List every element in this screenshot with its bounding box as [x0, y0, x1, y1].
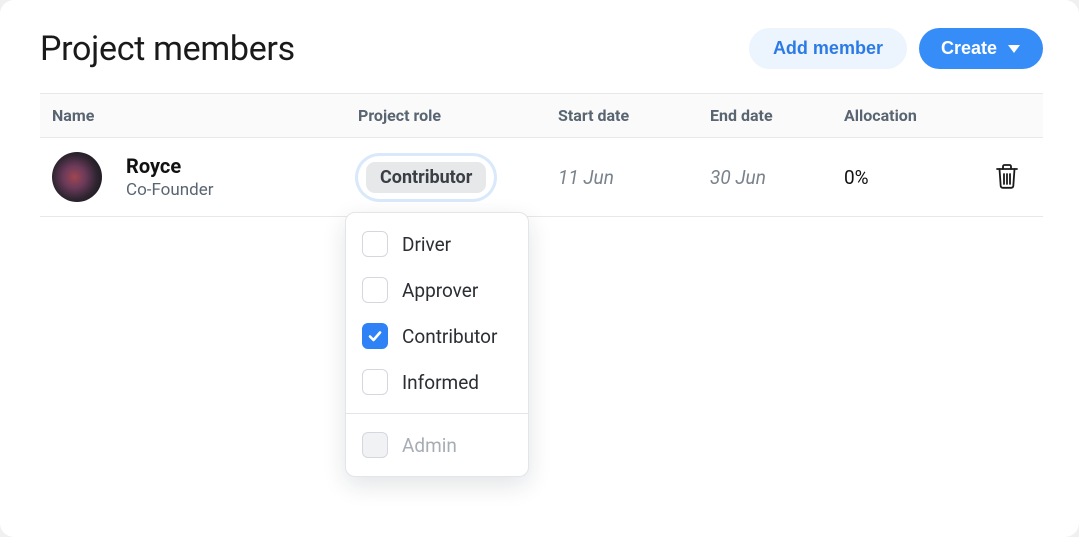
- role-option-contributor[interactable]: Contributor: [346, 313, 528, 359]
- members-table: Name Project role Start date End date Al…: [40, 93, 1043, 217]
- role-selector[interactable]: Contributor: [358, 156, 494, 199]
- checkbox-disabled-icon: [362, 432, 388, 458]
- start-date-cell[interactable]: 11 Jun: [558, 166, 710, 189]
- role-option-label: Approver: [402, 279, 478, 302]
- delete-button[interactable]: [990, 158, 1024, 197]
- member-name: Royce: [126, 154, 214, 178]
- member-title: Co-Founder: [126, 180, 214, 200]
- role-option-label: Admin: [402, 434, 457, 457]
- role-option-label: Driver: [402, 233, 451, 256]
- avatar: [52, 152, 102, 202]
- header-actions: Add member Create: [749, 28, 1043, 69]
- allocation-cell[interactable]: 0%: [844, 166, 974, 189]
- end-date-cell[interactable]: 30 Jun: [710, 166, 844, 189]
- caret-down-icon: [1007, 44, 1021, 54]
- checkbox-unchecked-icon: [362, 231, 388, 257]
- header: Project members Add member Create: [40, 28, 1043, 69]
- add-member-button[interactable]: Add member: [749, 28, 907, 69]
- role-option-label: Contributor: [402, 325, 497, 348]
- column-header-end: End date: [710, 106, 844, 125]
- checkbox-unchecked-icon: [362, 277, 388, 303]
- table-row: Royce Co-Founder Contributor 11 Jun 30 J…: [40, 138, 1043, 217]
- role-option-label: Informed: [402, 371, 479, 394]
- column-header-role: Project role: [358, 106, 558, 125]
- checkbox-unchecked-icon: [362, 369, 388, 395]
- role-badge: Contributor: [366, 162, 486, 193]
- column-header-allocation: Allocation: [844, 106, 974, 125]
- role-option-approver[interactable]: Approver: [346, 267, 528, 313]
- trash-icon: [994, 162, 1020, 190]
- project-members-panel: Project members Add member Create Name P…: [0, 0, 1079, 537]
- create-button[interactable]: Create: [919, 28, 1043, 69]
- checkbox-checked-icon: [362, 323, 388, 349]
- role-option-driver[interactable]: Driver: [346, 221, 528, 267]
- column-header-name: Name: [52, 106, 358, 125]
- page-title: Project members: [40, 29, 295, 69]
- column-header-start: Start date: [558, 106, 710, 125]
- create-button-label: Create: [941, 38, 997, 59]
- role-option-informed[interactable]: Informed: [346, 359, 528, 405]
- role-option-admin: Admin: [346, 422, 528, 468]
- role-dropdown: Driver Approver Contributor Informed Adm…: [345, 212, 529, 477]
- table-header: Name Project role Start date End date Al…: [40, 94, 1043, 138]
